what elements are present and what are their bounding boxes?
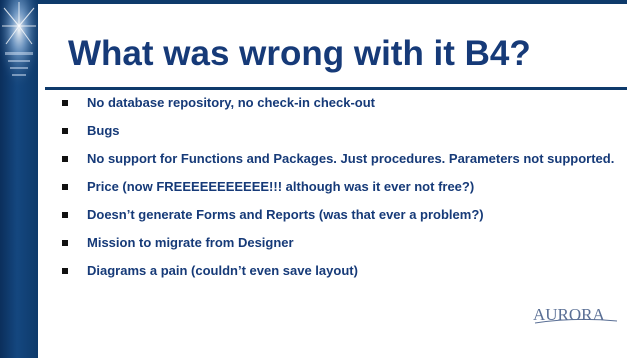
square-bullet-icon [62, 100, 68, 106]
slide-title: What was wrong with it B4? [68, 34, 531, 73]
square-bullet-icon [62, 156, 68, 162]
left-decorative-band [0, 0, 38, 358]
square-bullet-icon [62, 184, 68, 190]
bullet-text: No database repository, no check-in chec… [87, 95, 375, 110]
bullet-item: Diagrams a pain (couldn’t even save layo… [62, 260, 622, 282]
bullet-item: Mission to migrate from Designer [62, 232, 622, 254]
bullet-text: No support for Functions and Packages. J… [87, 151, 615, 166]
bullet-item: Price (now FREEEEEEEEEEE!!! although was… [62, 176, 622, 198]
bullet-text: Doesn’t generate Forms and Reports (was … [87, 207, 484, 222]
bullet-item: Doesn’t generate Forms and Reports (was … [62, 204, 622, 226]
square-bullet-icon [62, 268, 68, 274]
bullet-text: Diagrams a pain (couldn’t even save layo… [87, 263, 358, 278]
bullet-item: No support for Functions and Packages. J… [62, 148, 622, 170]
bullet-item: No database repository, no check-in chec… [62, 92, 622, 114]
square-bullet-icon [62, 212, 68, 218]
square-bullet-icon [62, 128, 68, 134]
bullet-item: Bugs [62, 120, 622, 142]
light-burst-decoration [0, 0, 38, 100]
bullet-text: Mission to migrate from Designer [87, 235, 294, 250]
slide: What was wrong with it B4? No database r… [0, 0, 627, 358]
bullet-list: No database repository, no check-in chec… [62, 92, 622, 288]
top-rule [38, 0, 627, 4]
aurora-logo-text: AURORA [533, 305, 606, 324]
bullet-text: Price (now FREEEEEEEEEEE!!! although was… [87, 179, 475, 194]
title-underline [45, 87, 627, 90]
square-bullet-icon [62, 240, 68, 246]
aurora-logo: AURORA [533, 305, 618, 324]
bullet-text: Bugs [87, 123, 120, 138]
